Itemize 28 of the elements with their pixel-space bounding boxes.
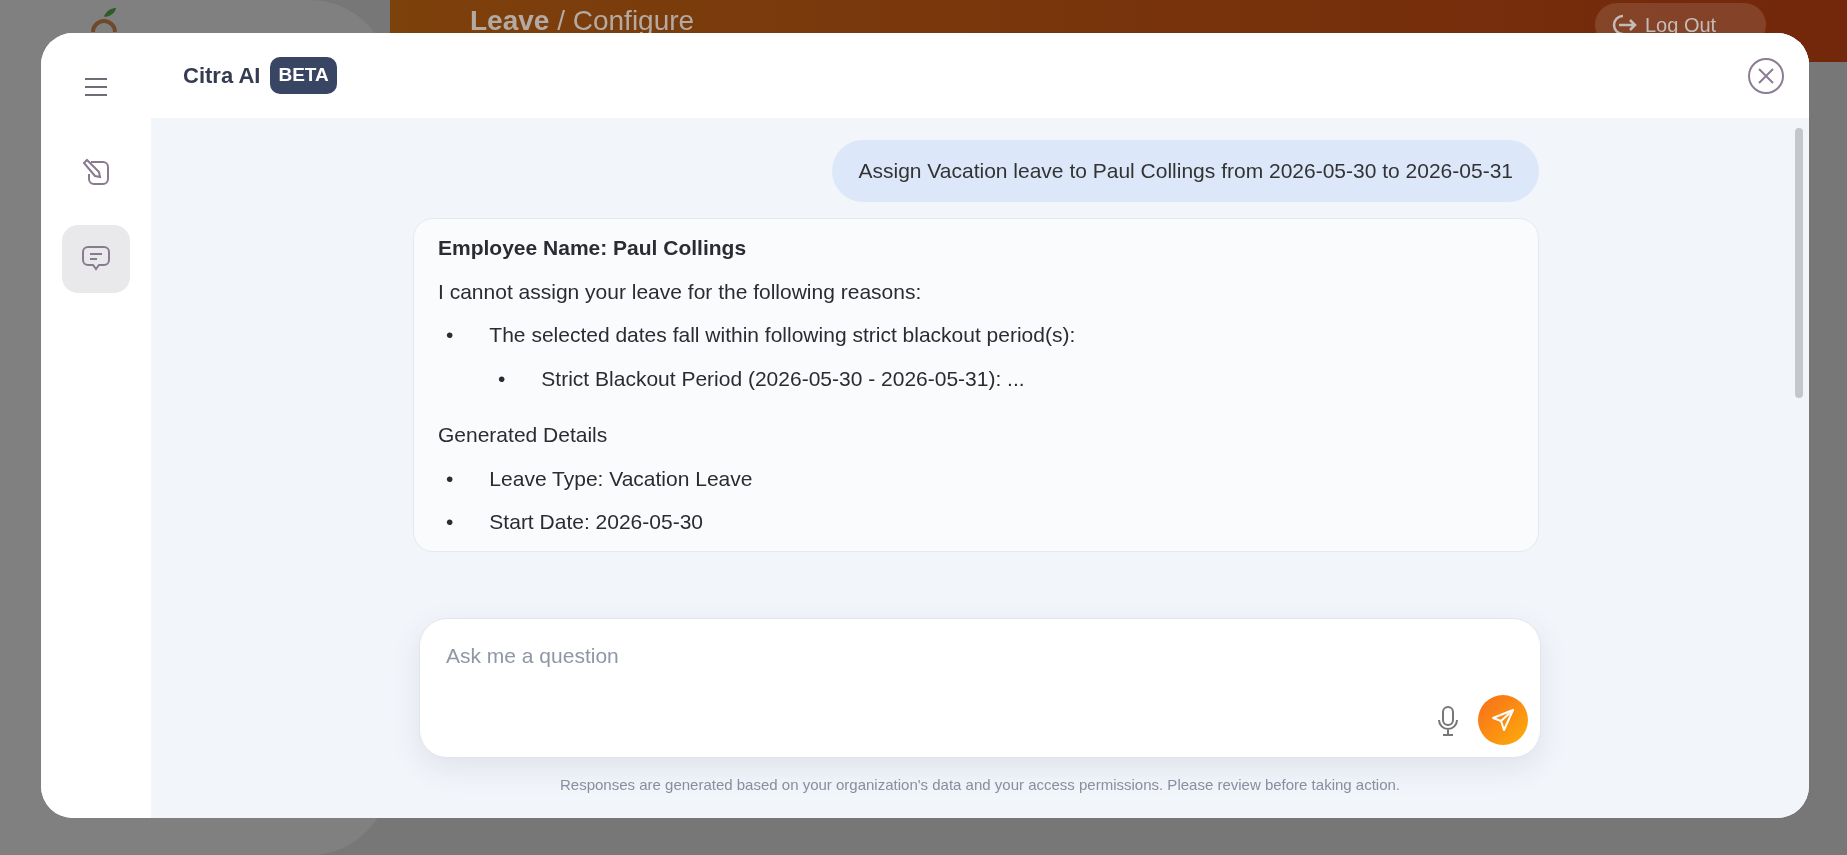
reply-text: I cannot assign your leave for the following reasons: (438, 278, 923, 305)
reply-text: Generated Details (438, 422, 609, 449)
list-item: Strict Blackout Period (2026-05-30 - 2026-05-31): ... (541, 365, 1025, 392)
microphone-icon (1436, 704, 1460, 737)
breadcrumb: Leave / Configure (470, 4, 695, 38)
microphone-button[interactable] (1436, 704, 1460, 737)
message-field[interactable]: Ask me a question (446, 640, 1046, 670)
reply-heading: Employee Name: Paul Collings (438, 235, 748, 262)
bullet: • (446, 509, 454, 536)
menu-icon (84, 78, 108, 96)
list-item: The selected dates fall within following strict blackout period(s): (489, 322, 1076, 349)
dialog-title: Citra AI (183, 62, 261, 90)
user-message: Assign Vacation leave to Paul Collings from 2026-05-30 to 2026-05-31 (832, 140, 1539, 203)
scrollbar[interactable] (1795, 128, 1803, 398)
bullet: • (498, 365, 506, 392)
list-item: Leave Type: Vacation Leave (489, 465, 753, 492)
beta-badge: BETA (270, 57, 337, 94)
fruit-icon (88, 6, 120, 32)
bullet: • (446, 465, 454, 492)
close-icon (1747, 56, 1785, 95)
close-button[interactable] (1747, 56, 1785, 95)
chats-button[interactable] (62, 225, 130, 293)
send-icon (1491, 707, 1515, 732)
list-item: Start Date: 2026-05-30 (489, 509, 703, 536)
send-button[interactable] (1478, 694, 1528, 745)
bullet: • (446, 322, 454, 349)
pen-square-icon (81, 158, 111, 188)
disclaimer-text: Responses are generated based on your organization's data and your access permissions. Please review before taking action. (559, 774, 1401, 795)
